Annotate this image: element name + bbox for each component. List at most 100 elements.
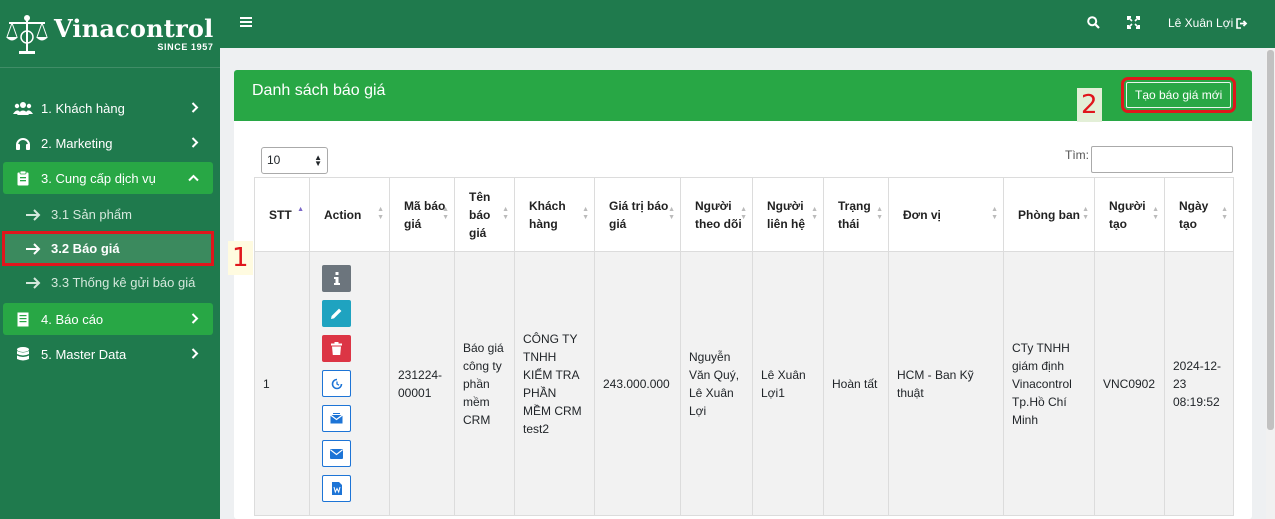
- column-header[interactable]: STT ▲: [254, 177, 310, 252]
- cell-code: 231224-00001: [389, 251, 455, 516]
- page-length-value: 10: [267, 153, 281, 167]
- search-label: Tìm:: [1065, 148, 1089, 162]
- sort-icon: ▲ ▼: [811, 206, 818, 221]
- column-header[interactable]: Mã báo giá ▲ ▼: [389, 177, 455, 252]
- sidebar-subitem-quotations[interactable]: 3.2 Báo giá: [2, 231, 214, 266]
- select-arrows-icon: ▲ ▼: [314, 153, 322, 168]
- column-header[interactable]: Ngày tạo ▲ ▼: [1164, 177, 1234, 252]
- edit-button[interactable]: [322, 300, 351, 327]
- sort-icon: ▲ ▼: [1221, 206, 1228, 221]
- sidebar-item-reports[interactable]: 4. Báo cáo: [3, 303, 213, 335]
- cell-followers: Nguyễn Văn Quý, Lê Xuân Lợi: [680, 251, 753, 516]
- info-button[interactable]: [322, 265, 351, 292]
- arrow-right-icon: [25, 276, 45, 289]
- sidebar-item-marketing[interactable]: 2. Marketing: [3, 127, 213, 159]
- sort-icon: ▲ ▼: [442, 206, 449, 221]
- search-icon[interactable]: [1087, 16, 1100, 29]
- page-title: Danh sách báo giá: [252, 82, 386, 99]
- column-header[interactable]: Phòng ban ▲ ▼: [1003, 177, 1095, 252]
- sort-icon: ▲ ▼: [991, 206, 998, 221]
- cell-value: 243.000.000: [594, 251, 681, 516]
- sidebar-item-master-data[interactable]: 5. Master Data: [3, 338, 213, 370]
- page-scrollbar[interactable]: [1266, 48, 1275, 519]
- sidebar-item-label: 3. Cung cấp dịch vụ: [41, 170, 156, 186]
- sort-icon: ▲ ▼: [502, 206, 509, 221]
- column-header[interactable]: Giá trị báo giá ▲ ▼: [594, 177, 681, 252]
- delete-button[interactable]: [322, 335, 351, 362]
- table-header-row: STT ▲ Action ▲ ▼ Mã báo giá ▲ ▼ Tên báo giá ▲ ▼…: [254, 177, 1234, 252]
- brand-logo[interactable]: Vinacontrol SINCE 1957: [0, 0, 220, 68]
- user-name: Lê Xuân Lợi: [1168, 16, 1234, 30]
- pencil-icon: [331, 308, 342, 319]
- trash-icon: [331, 342, 342, 355]
- brand-name: Vinacontrol: [54, 13, 214, 43]
- column-header[interactable]: Tên báo giá ▲ ▼: [454, 177, 515, 252]
- cell-created: 2024-12-23 08:19:52: [1164, 251, 1234, 516]
- column-header[interactable]: Action ▲ ▼: [309, 177, 390, 252]
- table-row: 1 231224-00001 Báo giá công ty phần mềm …: [254, 251, 1234, 516]
- sidebar-item-customers[interactable]: 1. Khách hàng: [3, 92, 213, 124]
- menu-icon[interactable]: [240, 16, 252, 27]
- cell-unit: HCM - Ban Kỹ thuật: [888, 251, 1004, 516]
- sidebar-subitem-quotation-stats[interactable]: 3.3 Thống kê gửi báo giá: [3, 265, 213, 300]
- topbar: Lê Xuân Lợi: [220, 0, 1275, 48]
- email-button[interactable]: [322, 440, 351, 467]
- arrow-right-icon: [25, 242, 45, 255]
- sort-icon: ▲ ▼: [582, 206, 589, 221]
- row-actions: [318, 265, 381, 502]
- history-button[interactable]: [322, 370, 351, 397]
- chevron-right-icon: [191, 348, 199, 359]
- sidebar-item-label: 2. Marketing: [41, 135, 113, 151]
- cell-status: Hoàn tất: [823, 251, 889, 516]
- annotation-step-1: 1: [228, 241, 253, 275]
- column-header[interactable]: Người theo dõi ▲ ▼: [680, 177, 753, 252]
- search-input[interactable]: [1091, 146, 1233, 173]
- cell-stt: 1: [254, 251, 310, 516]
- create-quotation-button[interactable]: Tạo báo giá mới: [1120, 77, 1237, 113]
- sidebar-item-label: 5. Master Data: [41, 346, 127, 362]
- database-icon: [13, 346, 33, 362]
- sidebar-item-services[interactable]: 3. Cung cấp dịch vụ: [3, 162, 213, 194]
- column-header[interactable]: Đơn vị ▲ ▼: [888, 177, 1004, 252]
- sort-icon: ▲ ▼: [1082, 206, 1089, 221]
- send-mail-button[interactable]: [322, 405, 351, 432]
- sidebar: Vinacontrol SINCE 1957 1. Khách hàng 2. …: [0, 0, 220, 519]
- info-icon: [333, 272, 340, 285]
- column-header[interactable]: Trạng thái ▲ ▼: [823, 177, 889, 252]
- mail-open-icon: [330, 413, 343, 424]
- cell-creator: VNC0902: [1094, 251, 1165, 516]
- cell-actions: [309, 251, 390, 516]
- annotation-step-2: 2: [1077, 88, 1102, 122]
- chevron-right-icon: [191, 137, 199, 148]
- scales-logo-icon: [6, 14, 48, 54]
- chevron-up-icon: [188, 174, 199, 182]
- quotation-list-card: Danh sách báo giá Tạo báo giá mới 10 ▲ ▼ …: [234, 70, 1252, 519]
- column-header[interactable]: Người liên hệ ▲ ▼: [752, 177, 824, 252]
- users-icon: [13, 101, 33, 115]
- user-menu[interactable]: Lê Xuân Lợi: [1168, 16, 1248, 30]
- sidebar-item-label: 4. Báo cáo: [41, 311, 104, 327]
- expand-icon[interactable]: [1127, 16, 1140, 29]
- sidebar-subitem-label: 3.2 Báo giá: [51, 241, 120, 256]
- brand-since: SINCE 1957: [157, 41, 214, 52]
- column-header[interactable]: Người tạo ▲ ▼: [1094, 177, 1165, 252]
- sidebar-subitem-products[interactable]: 3.1 Sản phẩm: [3, 197, 213, 232]
- sort-icon: ▲ ▼: [668, 206, 675, 221]
- logout-icon[interactable]: [1236, 17, 1248, 29]
- page-length-select[interactable]: 10 ▲ ▼: [261, 147, 328, 174]
- sidebar-subitem-label: 3.1 Sản phẩm: [51, 207, 132, 222]
- sidebar-subitem-label: 3.3 Thống kê gửi báo giá: [51, 275, 196, 290]
- envelope-icon: [330, 448, 343, 459]
- scrollbar-thumb[interactable]: [1267, 50, 1274, 430]
- chevron-right-icon: [191, 102, 199, 113]
- clipboard-icon: [13, 170, 33, 186]
- sort-icon: ▲: [297, 206, 304, 213]
- cell-name: Báo giá công ty phần mềm CRM: [454, 251, 515, 516]
- chevron-right-icon: [191, 313, 199, 324]
- cell-department: CTy TNHH giám định Vinacontrol Tp.Hồ Chí…: [1003, 251, 1095, 516]
- sort-icon: ▲ ▼: [1152, 206, 1159, 221]
- export-word-button[interactable]: [322, 475, 351, 502]
- quotation-table: STT ▲ Action ▲ ▼ Mã báo giá ▲ ▼ Tên báo giá ▲ ▼…: [254, 177, 1234, 516]
- column-header[interactable]: Khách hàng ▲ ▼: [514, 177, 595, 252]
- word-file-icon: [331, 482, 342, 495]
